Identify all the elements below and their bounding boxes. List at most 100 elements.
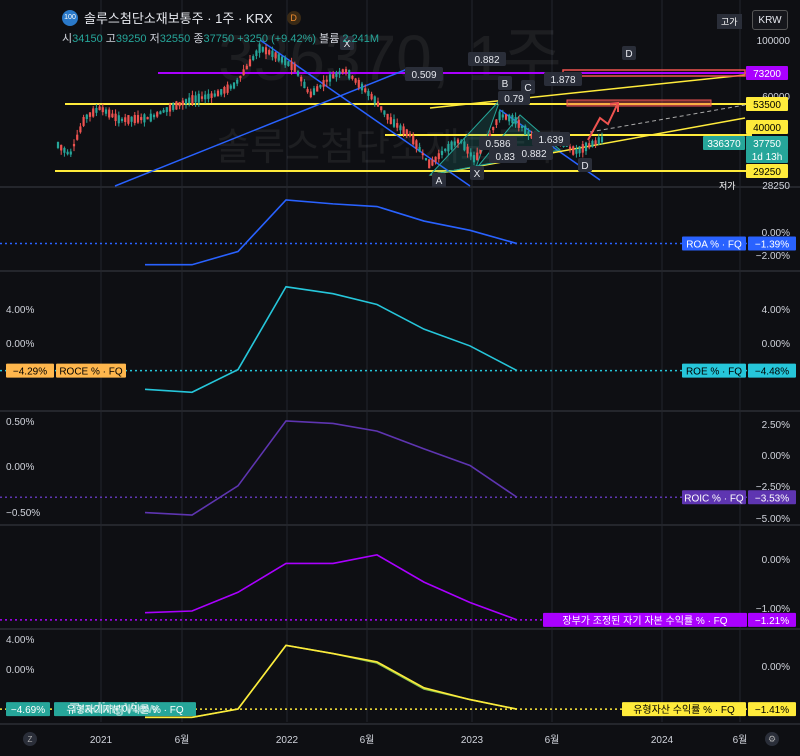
adj-roe-last-value: −1.21% — [755, 616, 789, 627]
low-tag: 저가 — [719, 181, 736, 191]
time-axis-tick: 2021 — [90, 735, 113, 746]
candle-body — [245, 65, 248, 70]
symbol-title[interactable]: 솔루스첨단소재보통주 · 1주 · KRX — [84, 8, 273, 27]
candle-body — [92, 108, 95, 117]
time-axis-tick: 6월 — [545, 734, 560, 746]
close-value: 37750 — [203, 33, 235, 45]
candle-body — [332, 74, 335, 79]
candle-body — [140, 117, 143, 121]
candle-body — [306, 89, 309, 93]
candle-body — [584, 142, 588, 152]
volume-value: 2.241M — [342, 33, 380, 45]
pattern-annotation: 1.878 — [550, 75, 575, 86]
candle-body — [120, 118, 124, 121]
candle-body — [130, 116, 133, 122]
candle-body — [69, 151, 72, 155]
candle-body — [111, 113, 114, 118]
candle-body — [79, 126, 82, 133]
candle-body — [98, 106, 101, 111]
candle-body — [82, 117, 85, 126]
candle-body — [575, 148, 578, 154]
pattern-annotation: B — [502, 79, 509, 90]
candle-body — [178, 102, 181, 107]
right-axis-tick: 2.50% — [762, 420, 790, 431]
candle-body — [210, 93, 213, 98]
right-axis-tick: 0.00% — [762, 555, 790, 566]
candle-body — [370, 93, 373, 100]
right-axis-tick: 0.00% — [762, 451, 790, 462]
chart-header: 100 솔루스첨단소재보통주 · 1주 · KRX D — [62, 8, 301, 27]
candle-body — [303, 81, 306, 89]
candle-body — [95, 107, 98, 113]
right-axis-tick: −5.00% — [756, 514, 790, 525]
candle-body — [239, 75, 242, 79]
candle-body — [216, 90, 220, 97]
candle-body — [463, 141, 466, 151]
open-value: 34150 — [72, 33, 103, 45]
candle-body — [469, 152, 472, 157]
candle-body — [597, 137, 600, 145]
candle-body — [376, 101, 380, 107]
candle-body — [280, 56, 284, 63]
candle-body — [418, 147, 421, 152]
time-axis-tick: 2023 — [461, 735, 484, 746]
price-label-53500: 53500 — [753, 100, 781, 111]
candle-body — [127, 115, 130, 124]
series-line-3-0 — [144, 420, 518, 516]
chart-canvas[interactable]: 336370, 1주솔루스첨단소재보통주0.5090.8821.8780.790… — [0, 0, 800, 756]
currency-button[interactable]: KRW — [752, 10, 788, 30]
roe-last-value: −4.48% — [755, 367, 789, 378]
candle-body — [402, 126, 405, 134]
candle-body — [431, 159, 434, 166]
candle-body — [293, 63, 296, 72]
roic-last-value: −3.53% — [755, 493, 789, 504]
candle-body — [156, 112, 159, 117]
candle-body — [428, 159, 431, 169]
pattern-annotation: D — [625, 49, 632, 60]
symbol-logo-icon: 100 — [62, 9, 78, 26]
pattern-annotation: 0.586 — [485, 139, 510, 150]
candle-body — [300, 76, 303, 82]
target-box-mid — [566, 99, 712, 107]
candle-body — [578, 146, 581, 154]
candle-body — [143, 114, 146, 123]
series-line-2-0 — [144, 285, 518, 394]
candle-body — [63, 147, 66, 153]
candle-body — [271, 50, 274, 57]
candle-body — [424, 157, 428, 161]
candle-body — [322, 80, 325, 87]
candle-body — [252, 56, 255, 61]
right-axis-tick: −2.00% — [756, 251, 790, 262]
price-label-28250: 28250 — [762, 181, 790, 192]
right-axis-tick: 0.00% — [762, 662, 790, 673]
candle-body — [504, 114, 508, 120]
price-label-countdown: 1d 13h — [752, 152, 783, 163]
candle-body — [364, 88, 367, 93]
candle-body — [392, 119, 396, 127]
candle-body — [242, 69, 245, 76]
pattern-annotation: A — [436, 176, 443, 187]
candle-body — [85, 114, 88, 119]
candle-body — [229, 85, 232, 89]
price-label-73200: 73200 — [753, 69, 781, 80]
price-label-symbol: 336370 — [707, 139, 741, 150]
high-value: 39250 — [115, 33, 147, 45]
candle-body — [159, 111, 162, 115]
candle-body — [498, 111, 501, 121]
candle-body — [444, 148, 447, 151]
time-axis-tick: 2022 — [276, 735, 299, 746]
candle-body — [290, 61, 293, 71]
left-axis-tick: 4.00% — [6, 635, 34, 646]
left-axis-tick: 0.00% — [6, 665, 34, 676]
candle-body — [351, 75, 354, 79]
candle-body — [386, 113, 389, 120]
candle-body — [488, 133, 492, 137]
candle-body — [408, 133, 412, 137]
roa-last-value: −1.39% — [755, 240, 789, 251]
candle-body — [568, 146, 572, 150]
pattern-annotation: D — [581, 161, 588, 172]
candle-body — [88, 112, 92, 117]
pattern-annotation: 0.509 — [411, 70, 436, 81]
adj-roe-series-label: 장부가 조정된 자기 자본 수익률 % · FQ — [562, 615, 727, 627]
candle-body — [520, 125, 524, 129]
